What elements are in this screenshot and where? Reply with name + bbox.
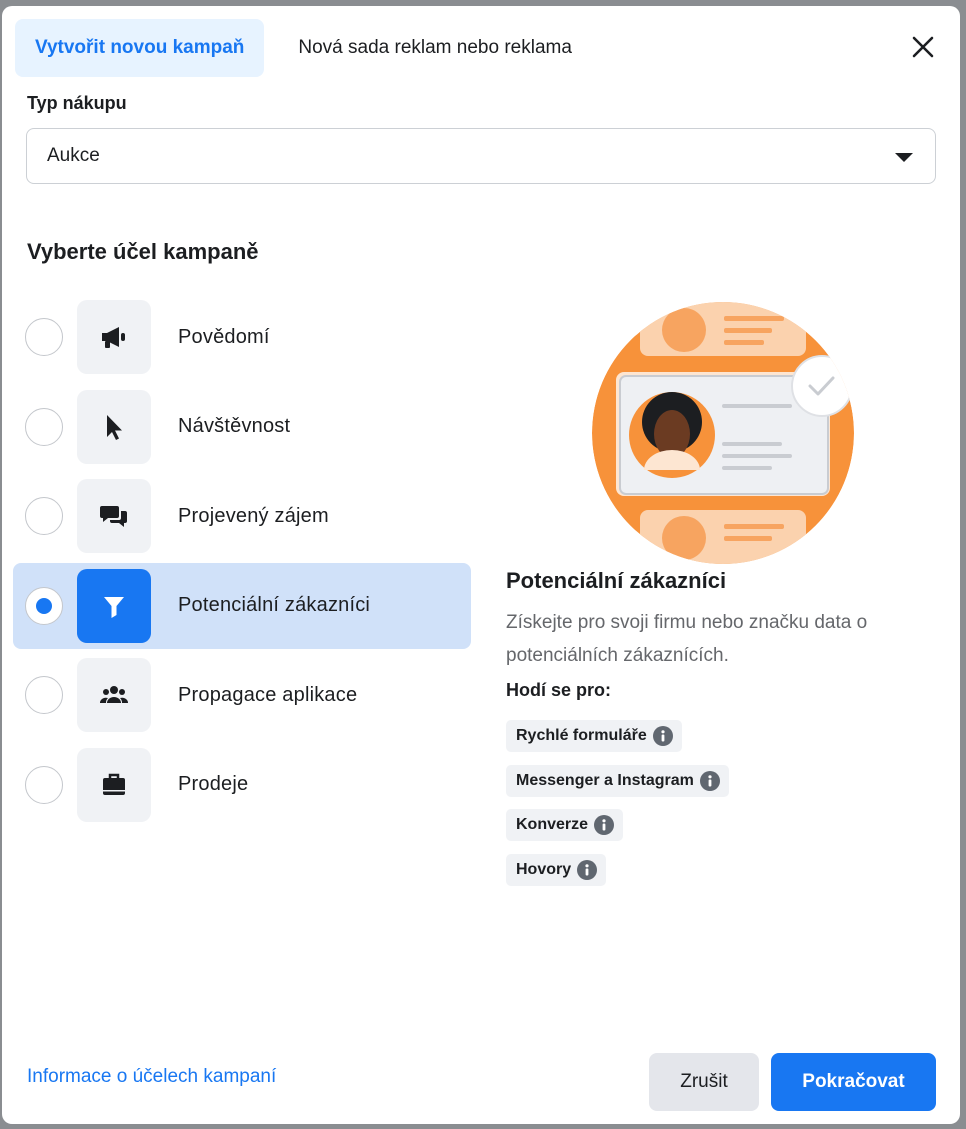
chip-label: Rychlé formuláře [516,727,647,744]
objective-item-engagement[interactable]: Projevený zájem [13,473,471,559]
chip-label: Messenger a Instagram [516,771,694,789]
cursor-icon [77,389,151,464]
info-icon[interactable] [577,860,598,881]
objective-radio[interactable] [25,318,63,356]
close-icon[interactable] [910,34,936,60]
objective-label: Propagace aplikace [178,683,358,706]
objective-item-leads[interactable]: Potenciální zákazníci [13,562,471,649]
objective-item-traffic[interactable]: Návštěvnost [13,384,471,470]
megaphone-icon [77,300,151,374]
purchase-type-select[interactable]: Aukce [26,128,936,184]
objective-section-title: Vyberte účel kampaně [27,239,259,264]
detail-title: Potenciální zákazníci [506,568,727,593]
objective-radio[interactable] [25,586,63,625]
chip-messenger-instagram: Messenger a Instagram [506,764,729,797]
chat-bubbles-icon [77,479,151,554]
objective-radio[interactable] [25,497,63,536]
radio-dot [36,597,52,614]
campaign-objectives-info-link[interactable]: Informace o účelech kampaní [27,1066,276,1088]
objective-radio[interactable] [25,676,63,715]
objective-label: Prodeje [178,773,249,796]
info-icon[interactable] [699,770,720,791]
objective-list: Povědomí Návštěvnost Projevený zájem Pot… [13,294,471,832]
objective-label: Projevený zájem [178,504,329,527]
purchase-type-value: Aukce [47,145,100,166]
good-for-chips: Rychlé formuláře Messenger a Instagram K… [506,720,729,899]
purchase-type-label: Typ nákupu [27,93,127,113]
chip-instant-forms: Rychlé formuláře [506,720,682,752]
tab-new-campaign[interactable]: Vytvořit novou kampaň [15,19,265,77]
info-icon[interactable] [594,815,615,836]
cancel-button[interactable]: Zrušit [649,1053,759,1111]
good-for-label: Hodí se pro: [506,680,612,700]
continue-button[interactable]: Pokračovat [771,1053,936,1111]
info-icon[interactable] [652,726,673,746]
briefcase-icon [77,747,151,822]
objective-item-sales[interactable]: Prodeje [13,742,471,828]
create-campaign-dialog: Vytvořit novou kampaň Nová sada reklam n… [2,6,960,1124]
objective-radio[interactable] [25,765,63,804]
chip-label: Hovory [516,861,572,879]
dialog-tabs: Vytvořit novou kampaň Nová sada reklam n… [15,19,592,77]
tab-new-adset-or-ad[interactable]: Nová sada reklam nebo reklama [278,19,592,77]
objective-label: Povědomí [178,325,270,348]
filter-icon [77,568,151,643]
objective-item-app-promotion[interactable]: Propagace aplikace [13,652,471,738]
detail-description: Získejte pro svoji firmu nebo značku dat… [506,612,868,666]
caret-down-icon [895,153,913,162]
objective-radio[interactable] [25,407,63,446]
leads-illustration [592,302,854,564]
chip-conversions: Konverze [506,809,624,842]
objective-label: Návštěvnost [178,415,291,438]
objective-label: Potenciální zákazníci [178,594,371,617]
people-icon [77,658,151,733]
objective-item-awareness[interactable]: Povědomí [13,294,471,380]
chip-label: Konverze [516,816,589,834]
chip-calls: Hovory [506,854,607,887]
